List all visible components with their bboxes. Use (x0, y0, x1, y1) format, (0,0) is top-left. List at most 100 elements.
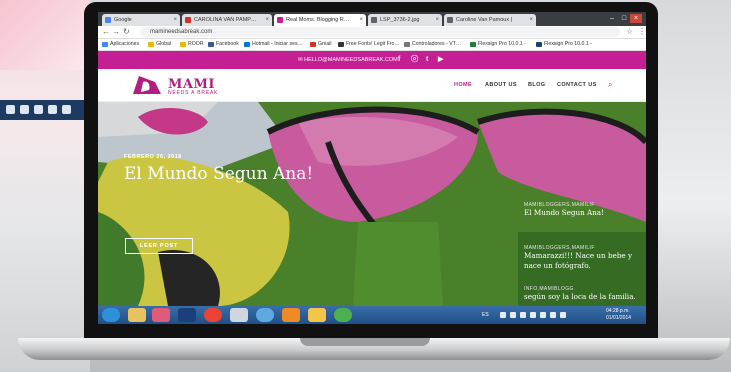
maximize-button[interactable]: □ (618, 14, 630, 23)
bookmark-item[interactable]: Global (148, 39, 171, 50)
folder-icon (180, 42, 186, 47)
bookmark-item[interactable]: Facebook (208, 39, 239, 50)
flexsign-icon (536, 42, 542, 47)
menu-icon[interactable]: ⋮ (638, 27, 646, 37)
reload-button[interactable]: ↻ (123, 27, 130, 37)
bookmark-item[interactable]: Hotmail - Iniciar ses… (244, 39, 303, 50)
tab-mamineedsabreak[interactable]: Real Moms. Blogging R… × (274, 14, 366, 26)
tab-gmail[interactable]: CAROLINA VAN PAMP… × (182, 14, 272, 26)
tray-icon (6, 105, 15, 114)
drivers-icon (404, 42, 410, 47)
email-text: HELLO@MAMINEEDSABREAK.COM (304, 57, 398, 63)
youtube-icon[interactable]: ▶ (438, 51, 443, 69)
tray-icon[interactable] (500, 312, 506, 318)
site-icon (277, 17, 283, 23)
gmail-icon (310, 42, 316, 47)
instagram-icon[interactable]: ⓞ (411, 51, 418, 69)
bookmark-item[interactable]: Aplicaciones (102, 39, 139, 50)
facebook-icon[interactable]: f (398, 51, 400, 69)
tab-label: Real Moms. Blogging R… (286, 17, 350, 23)
tray-icon[interactable] (520, 312, 526, 318)
sidebar-post[interactable]: MAMIBLOGGERS,MAMILIF El Mundo Segun Ana! (524, 202, 644, 218)
nav-contact-us[interactable]: CONTACT US (557, 69, 597, 101)
back-button[interactable]: ← (102, 27, 110, 37)
bookmark-label: Flexsign Pro 10.0.1 - (478, 41, 526, 47)
bookmark-label: Flexsign Pro 10.0.1 - (544, 41, 592, 47)
hero-title[interactable]: El Mundo Segun Ana! (124, 164, 313, 184)
gmail-icon (185, 17, 191, 23)
close-icon[interactable]: × (359, 14, 363, 26)
background-photo (0, 0, 90, 70)
explorer-icon[interactable] (128, 308, 146, 322)
tray-icon (62, 105, 71, 114)
bookmark-label: ROOR (188, 41, 204, 47)
sidebar-post[interactable]: MAMIBLOGGERS,MAMILIF Mamarazzi!!! Nace u… (524, 245, 644, 271)
nav-home[interactable]: HOME (454, 69, 472, 101)
site-topbar: ✉ HELLO@MAMINEEDSABREAK.COM f ⓞ t ▶ (98, 51, 646, 69)
background-left (0, 0, 90, 372)
start-button[interactable] (102, 308, 120, 322)
search-icon[interactable]: ⌕ (608, 69, 612, 101)
url-text: mamineedsabreak.com (150, 29, 213, 35)
bookmark-label: Global (156, 41, 171, 47)
illustrator-icon[interactable] (282, 308, 300, 322)
logo-mark[interactable] (131, 74, 163, 96)
gallery-icon[interactable] (308, 308, 326, 322)
tab-label: LSP_3736-2.jpg (380, 17, 420, 23)
laptop-notch (300, 338, 430, 346)
sidebar-post[interactable]: INFO,MAMIBLOGG según soy la loca de la f… (524, 286, 644, 302)
flexsign-icon (470, 42, 476, 47)
twitter-icon[interactable]: t (426, 51, 428, 69)
bookmark-label: Aplicaciones (110, 41, 140, 47)
logo-subtitle: NEEDS A BREAK (168, 90, 219, 96)
tab-caroline[interactable]: Caroline Van Pamoux | × (444, 14, 536, 26)
bookmark-item[interactable]: Flexsign Pro 10.0.1 - (536, 39, 592, 50)
paint-icon[interactable] (152, 308, 170, 322)
language-indicator[interactable]: ES (482, 312, 489, 318)
email-link[interactable]: ✉ HELLO@MAMINEEDSABREAK.COM (298, 51, 398, 69)
background-taskbar (0, 100, 90, 120)
volume-icon[interactable] (540, 312, 546, 318)
bookmark-item[interactable]: ROOR (180, 39, 204, 50)
document-icon[interactable] (230, 308, 248, 322)
star-icon[interactable]: ☆ (626, 27, 633, 37)
facebook-icon (208, 42, 214, 47)
flag-icon[interactable] (560, 312, 566, 318)
minimize-button[interactable]: – (606, 14, 618, 23)
image-icon (371, 17, 377, 23)
bookmark-item[interactable]: Flexsign Pro 10.0.1 - (470, 39, 526, 50)
nav-about-us[interactable]: ABOUT US (485, 69, 517, 101)
fonts-icon (338, 42, 344, 47)
post-title: El Mundo Segun Ana! (524, 208, 604, 217)
nav-blog[interactable]: BLOG (528, 69, 546, 101)
close-icon[interactable]: × (435, 14, 439, 26)
bookmark-item[interactable]: Free Fonts! Legit Fro… (338, 39, 400, 50)
windows-taskbar: ES 04:28 p.m. 01/01/2014 (98, 306, 646, 324)
chrome-icon[interactable] (204, 308, 222, 322)
tray-icon[interactable] (510, 312, 516, 318)
clock-time[interactable]: 04:28 p.m. (606, 308, 630, 314)
network-icon[interactable] (550, 312, 556, 318)
bookmark-item[interactable]: Gmail (310, 39, 332, 50)
folder-icon (148, 42, 154, 47)
forward-button[interactable]: → (112, 27, 120, 37)
tab-label: CAROLINA VAN PAMP… (194, 17, 257, 23)
bookmark-label: Facebook (216, 41, 239, 47)
close-icon[interactable]: × (173, 14, 177, 26)
chrome-icon[interactable] (334, 308, 352, 322)
photoshop-icon[interactable] (178, 308, 196, 322)
close-icon[interactable]: × (265, 14, 269, 26)
window-close-button[interactable]: × (630, 14, 642, 23)
tab-image[interactable]: LSP_3736-2.jpg × (368, 14, 442, 26)
address-bar[interactable]: mamineedsabreak.com (140, 27, 620, 37)
tab-google[interactable]: Google × (102, 14, 180, 26)
bookmark-label: Hotmail - Iniciar ses… (252, 41, 303, 47)
tray-icon[interactable] (530, 312, 536, 318)
close-icon[interactable]: × (529, 14, 533, 26)
hero-slider: FEBRERO 26, 2018 El Mundo Segun Ana! LEE… (98, 102, 646, 306)
bookmark-item[interactable]: Controladores - VT… (404, 39, 461, 50)
tab-label: Caroline Van Pamoux | (456, 17, 513, 23)
read-post-button[interactable]: LEER POST (125, 238, 193, 254)
network-icon[interactable] (256, 308, 274, 322)
clock-date[interactable]: 01/01/2014 (606, 315, 631, 321)
